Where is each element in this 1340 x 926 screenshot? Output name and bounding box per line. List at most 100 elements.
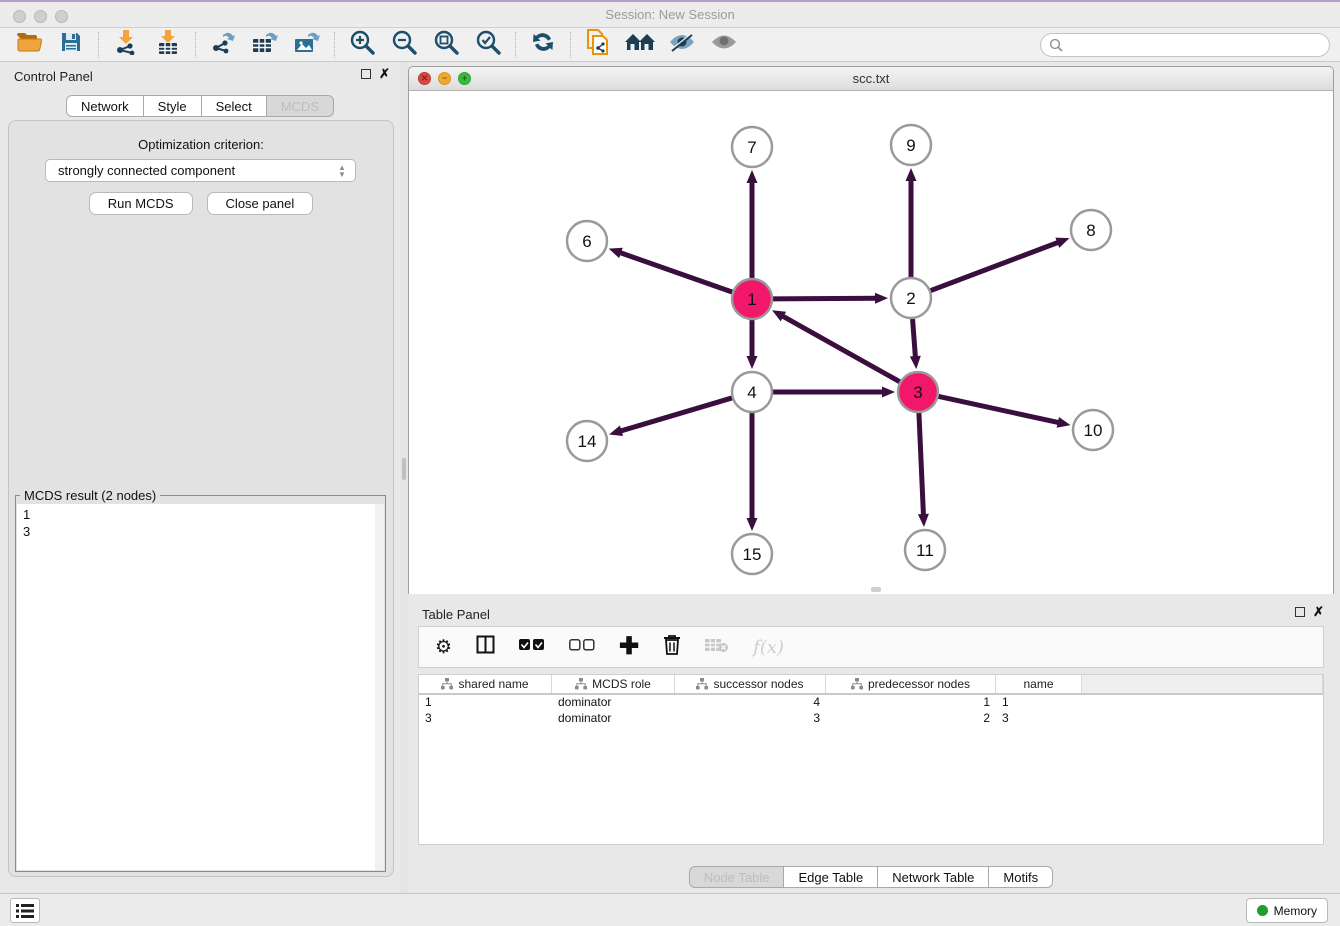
mcds-result-group: MCDS result (2 nodes) 1 3 [15,495,386,872]
close-table-panel-icon[interactable]: ✗ [1313,607,1324,617]
cell-shared-name[interactable]: 1 [419,695,552,711]
graph-edge-1-2[interactable] [772,298,877,299]
open-session-button[interactable] [8,30,50,60]
tab-select[interactable]: Select [202,95,267,117]
tab-motifs[interactable]: Motifs [989,866,1053,888]
graph-edge-3-1[interactable] [782,316,901,383]
graph-edge-3-11[interactable] [919,412,924,516]
delete-table-button[interactable] [705,635,729,659]
refresh-button[interactable] [522,30,564,60]
create-column-button[interactable]: ✚ [619,635,639,659]
graph-edge-3-10[interactable] [938,396,1060,423]
toolbar-separator [570,32,571,58]
graph-arrowhead-2-3 [910,356,921,369]
tab-style[interactable]: Style [144,95,202,117]
graph-node-label-11: 11 [916,541,934,560]
tab-mcds[interactable]: MCDS [267,95,334,117]
deselect-all-columns-button[interactable] [569,635,595,659]
show-preview-button[interactable] [703,30,745,60]
main-toolbar [0,28,1340,62]
column-header-successor-nodes[interactable]: successor nodes [675,675,826,693]
fx-icon: f(x) [753,637,784,658]
cell-predecessor-nodes[interactable]: 2 [826,711,996,727]
tab-edge-table[interactable]: Edge Table [784,866,878,888]
tab-network[interactable]: Network [66,95,144,117]
column-header-name[interactable]: name [996,675,1082,693]
export-network-button[interactable] [202,30,244,60]
ndex-share-button[interactable] [577,30,619,60]
tab-network-table[interactable]: Network Table [878,866,989,888]
column-header-MCDS-role[interactable]: MCDS role [552,675,675,693]
column-header-shared-name[interactable]: shared name [419,675,552,693]
cell-name[interactable]: 1 [996,695,1082,711]
zoom-in-button[interactable] [341,30,383,60]
import-table-icon [156,29,180,60]
cell-successor-nodes[interactable]: 4 [675,695,826,711]
splitter-grip[interactable] [402,458,406,480]
function-builder-button[interactable]: f(x) [753,635,784,659]
table-options-button[interactable]: ⚙ [435,635,452,659]
graph-node-label-8: 8 [1086,221,1095,240]
cell-shared-name[interactable]: 3 [419,711,552,727]
hide-preview-button[interactable] [661,30,703,60]
cell-MCDS-role[interactable]: dominator [552,695,675,711]
window-controls[interactable] [13,10,68,23]
column-header-predecessor-nodes[interactable]: predecessor nodes [826,675,996,693]
minimize-window-button[interactable] [34,10,47,23]
save-session-button[interactable] [50,30,92,60]
table-row[interactable]: 3dominator323 [419,711,1323,727]
graph-node-label-15: 15 [743,545,762,564]
close-panel-icon[interactable]: ✗ [379,69,390,79]
search-field[interactable] [1040,33,1330,57]
hierarchy-icon [696,678,708,690]
graph-edge-2-3[interactable] [912,318,915,358]
import-table-button[interactable] [147,30,189,60]
zoom-out-button[interactable] [383,30,425,60]
close-panel-button[interactable]: Close panel [207,192,314,215]
cell-predecessor-nodes[interactable]: 1 [826,695,996,711]
import-network-button[interactable] [105,30,147,60]
eye-icon [710,32,738,57]
zoom-window-button[interactable] [55,10,68,23]
status-bar: Memory [0,893,1340,926]
horizontal-splitter-grip[interactable] [871,587,881,592]
table-row[interactable]: 1dominator411 [419,695,1323,711]
cell-successor-nodes[interactable]: 3 [675,711,826,727]
float-panel-icon[interactable] [361,69,371,79]
graph-edge-2-8[interactable] [930,242,1059,291]
run-mcds-button[interactable]: Run MCDS [89,192,193,215]
task-history-button[interactable] [10,898,40,923]
optimization-criterion-label: Optimization criterion: [9,137,393,152]
network-window-titlebar[interactable]: ✕ − + scc.txt [409,67,1333,91]
mcds-tab-content: Optimization criterion: strongly connect… [8,120,394,877]
result-scrollbar[interactable] [375,504,384,870]
maximize-view-button[interactable]: + [458,72,471,85]
search-icon [1049,38,1063,52]
cell-MCDS-role[interactable]: dominator [552,711,675,727]
criterion-dropdown[interactable]: strongly connected component ▲▼ [45,159,356,182]
tab-node-table[interactable]: Node Table [689,866,785,888]
cell-name[interactable]: 3 [996,711,1082,727]
memory-label: Memory [1274,904,1317,918]
export-table-button[interactable] [244,30,286,60]
graph-edge-1-6[interactable] [619,252,733,292]
close-window-button[interactable] [13,10,26,23]
mcds-result-textarea[interactable]: 1 3 [17,504,375,870]
control-panel-header: Control Panel ✗ [0,62,400,90]
select-all-columns-button[interactable] [519,635,545,659]
export-image-button[interactable] [286,30,328,60]
graph-edge-4-14[interactable] [620,398,733,432]
search-input[interactable] [1068,38,1308,52]
vertical-splitter[interactable] [400,62,408,893]
zoom-fit-button[interactable] [425,30,467,60]
float-table-panel-icon[interactable] [1295,607,1305,617]
network-canvas[interactable]: 7968124314101511 [409,91,1333,594]
column-layout-button[interactable] [476,635,495,659]
delete-column-button[interactable] [663,635,681,659]
ndex-home-button[interactable] [619,30,661,60]
memory-button[interactable]: Memory [1246,898,1328,923]
minimize-view-button[interactable]: − [438,72,451,85]
graph-arrowhead-4-15 [747,518,758,531]
close-view-button[interactable]: ✕ [418,72,431,85]
zoom-selected-button[interactable] [467,30,509,60]
